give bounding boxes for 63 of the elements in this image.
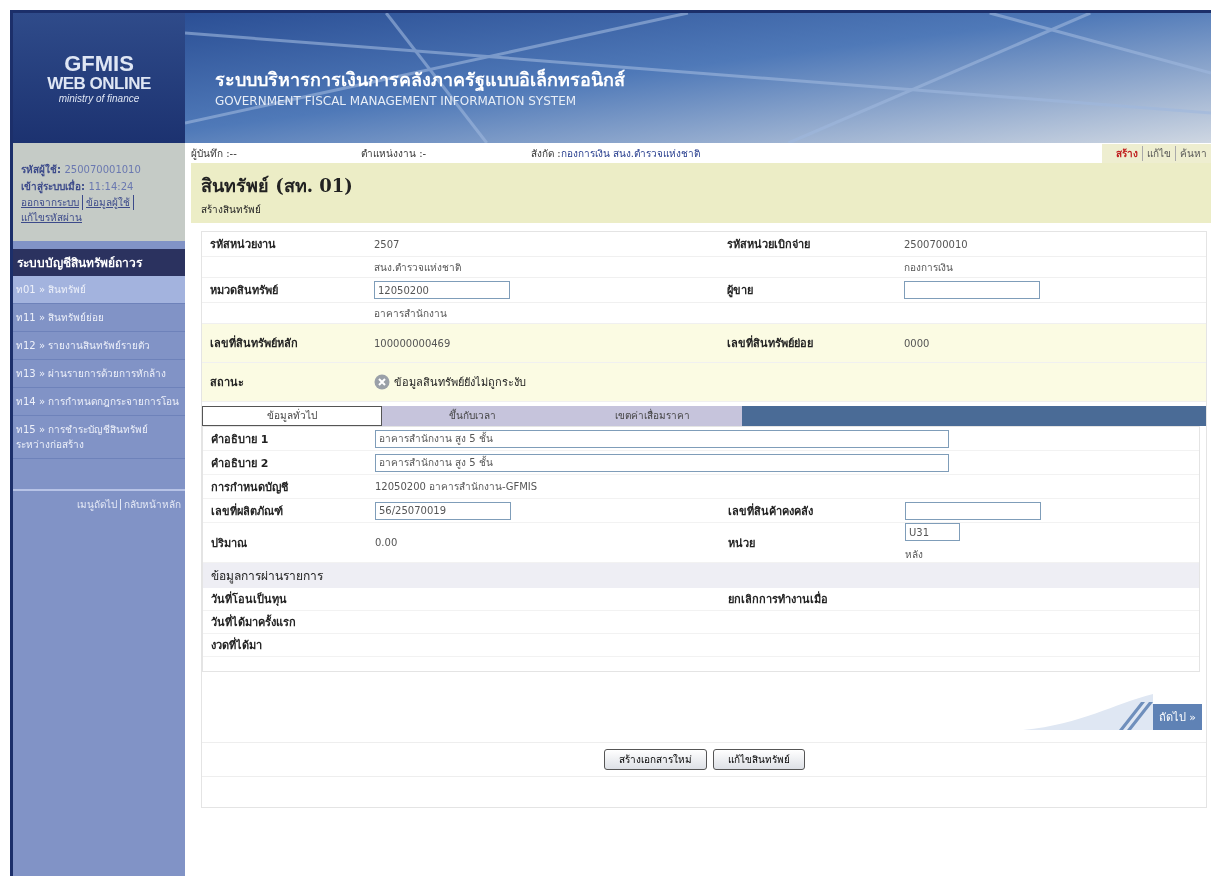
menu-section-title: ระบบบัญชีสินทรัพย์ถาวร [13,249,185,276]
field-label: ผู้ขาย [726,283,754,299]
user-link[interactable]: ข้อมูลผู้ใช้ [86,195,134,210]
field-label: ปริมาณ [210,535,248,552]
field-label: เลขที่สินทรัพย์หลัก [209,334,299,352]
input-field[interactable]: 56/25070019 [375,501,511,520]
input-field[interactable]: 12050200 [374,281,510,299]
field-label: เลขที่สินค้าคงคลัง [727,502,814,520]
field-label: คำอธิบาย 1 [210,431,270,448]
field-value: 2507 [374,238,400,250]
input-field[interactable]: อาคารสำนักงาน สูง 5 ชั้น [375,429,949,448]
user-id: 250070001010 [64,164,141,175]
field-label: รหัสหน่วยเบิกจ่าย [726,237,811,253]
tab[interactable]: เขตค่าเสื่อมราคา [562,406,742,426]
field-note: กองการเงิน [904,260,954,275]
tab[interactable]: ข้อมูลทั่วไป [202,406,382,426]
field-label: การกำหนดบัญชี [210,479,289,496]
system-subtitle: GOVERNMENT FISCAL MANAGEMENT INFORMATION SYSTEM [215,94,578,108]
cancel-icon [374,374,390,390]
info-label: ตำแหน่งงาน : [361,147,423,159]
field-note: สนง.ตำรวจแห่งชาติ [374,260,463,275]
input-field[interactable] [905,501,1041,520]
field-label: หมวดสินทรัพย์ [209,283,279,299]
field-label: วันที่โอนเป็นทุน [210,590,288,608]
user-id-label: รหัสผู้ใช้: [21,164,61,175]
user-link[interactable]: แก้ไขรหัสผ่าน [21,210,82,225]
system-title: ระบบบริหารการเงินการคลังภาครัฐแบบอิเล็กทรอนิกส์ [215,67,625,93]
input-field[interactable]: อาคารสำนักงาน สูง 5 ชั้น [375,453,949,472]
tab[interactable]: ขึ้นกับเวลา [382,406,562,426]
input-field[interactable] [904,281,1040,299]
status-text: ข้อมูลสินทรัพย์ยังไม่ถูกระงับ [394,375,526,391]
next-button[interactable]: ถัดไป » [1152,704,1202,730]
field-value: 0000 [904,337,930,349]
field-label: รหัสหน่วยงาน [209,237,277,253]
field-label: วันที่ได้มาครั้งแรก [210,613,297,631]
mode-tab[interactable]: แก้ไข [1142,145,1175,161]
field-value: 100000000469 [374,337,451,349]
field-label: คำอธิบาย 2 [210,455,270,472]
mode-tab[interactable]: ค้นหา [1175,145,1211,161]
field-value: 12050200 อาคารสำนักงาน-GFMIS [375,481,538,492]
field-label: ยกเลิกการทำงานเมื่อ [727,590,829,608]
info-label: ผู้บันทึก : [191,147,230,159]
field-value: 2500700010 [904,238,968,250]
input-field[interactable]: U31 [905,523,960,541]
field-label: งวดที่ได้มา [210,636,263,654]
field-note: อาคารสำนักงาน [374,306,448,321]
field-label: เลขที่ผลิตภัณฑ์ [210,502,284,520]
gfmis-logo: GFMIS WEB ONLINE ministry of finance [13,13,185,143]
field-value: 0.00 [375,537,398,548]
info-label: สังกัด : [531,147,561,159]
login-label: เข้าสู่ระบบเมื่อ: [21,181,85,192]
unit-note: หลัง [905,548,924,562]
page-subtitle: สร้างสินทรัพย์ [201,203,262,217]
mode-tab[interactable]: สร้าง [1112,145,1142,161]
action-button[interactable]: สร้างเอกสารใหม่ [603,749,707,770]
section-heading: ข้อมูลการผ่านรายการ [203,563,1199,588]
action-button[interactable]: แก้ไขสินทรัพย์ [712,749,805,770]
field-label: เลขที่สินทรัพย์ย่อย [726,334,814,352]
field-label: สถานะ [209,375,245,391]
page-title: สินทรัพย์ (สท. 01) [201,174,354,198]
field-label: หน่วย [727,535,756,552]
user-link[interactable]: ออกจากระบบ [21,195,83,210]
login-time: 11:14:24 [88,181,134,192]
